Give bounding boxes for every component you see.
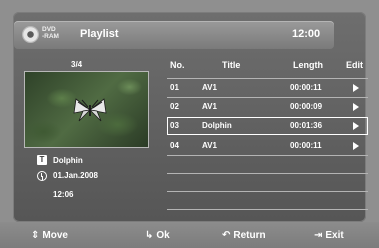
row-length: 00:00:09 [290,102,323,111]
column-header-no: No. [170,60,185,70]
move-icon: ⇕ [31,230,40,241]
return-label: Return [233,230,266,241]
row-number: 01 [170,83,179,92]
exit-hint[interactable]: ⇥ Exit [314,230,344,241]
butterfly-icon [73,98,107,122]
table-row-selected[interactable]: 03 Dolphin 00:01:36 [167,117,368,135]
exit-icon: ⇥ [314,230,323,241]
divider [167,173,368,174]
dvd-disc-icon [22,26,39,43]
playlist-counter: 3/4 [71,60,83,69]
row-title: AV1 [202,102,217,111]
recording-time: 12:06 [53,190,74,199]
ok-label: Ok [156,230,170,241]
row-number: 02 [170,102,179,111]
clock-icon [37,171,47,181]
row-title: Dolphin [202,121,232,130]
divider [167,155,368,156]
column-header-edit: Edit [346,60,363,70]
row-title: AV1 [202,83,217,92]
disc-line-2: -RAM [42,33,59,40]
bottom-nav-bar: ⇕ Move ↳ Ok ↶ Return ⇥ Exit [0,222,379,248]
disc-type-label: DVD -RAM [42,26,59,40]
return-hint[interactable]: ↶ Return [222,230,266,241]
divider [167,191,368,192]
selected-title: Dolphin [53,156,83,165]
divider [167,209,368,210]
title-icon: T [37,155,47,165]
clock: 12:00 [292,28,321,40]
ok-icon: ↳ [145,230,154,241]
table-row[interactable]: 02 AV1 00:00:09 [167,98,368,116]
play-icon[interactable] [353,103,359,111]
exit-label: Exit [325,230,344,241]
play-icon[interactable] [353,142,359,150]
table-row[interactable]: 01 AV1 00:00:11 [167,79,368,97]
thumbnail-preview [24,71,149,148]
table-row[interactable]: 04 AV1 00:00:11 [167,137,368,155]
row-number: 03 [170,121,179,130]
column-header-title: Title [222,60,241,70]
row-length: 00:00:11 [290,141,322,150]
page-title: Playlist [80,28,119,40]
move-hint[interactable]: ⇕ Move [31,230,68,241]
row-length: 00:00:11 [290,83,322,92]
header-bar: DVD -RAM Playlist 12:00 [14,21,334,49]
column-header-length: Length [293,60,323,70]
recording-date: 01.Jan.2008 [53,171,98,180]
move-label: Move [42,230,68,241]
ok-hint[interactable]: ↳ Ok [145,230,170,241]
row-length: 00:01:36 [290,121,323,130]
play-icon[interactable] [353,122,359,130]
row-number: 04 [170,141,179,150]
disc-line-1: DVD [42,26,56,33]
play-icon[interactable] [353,84,359,92]
return-icon: ↶ [222,230,231,241]
row-title: AV1 [202,141,217,150]
